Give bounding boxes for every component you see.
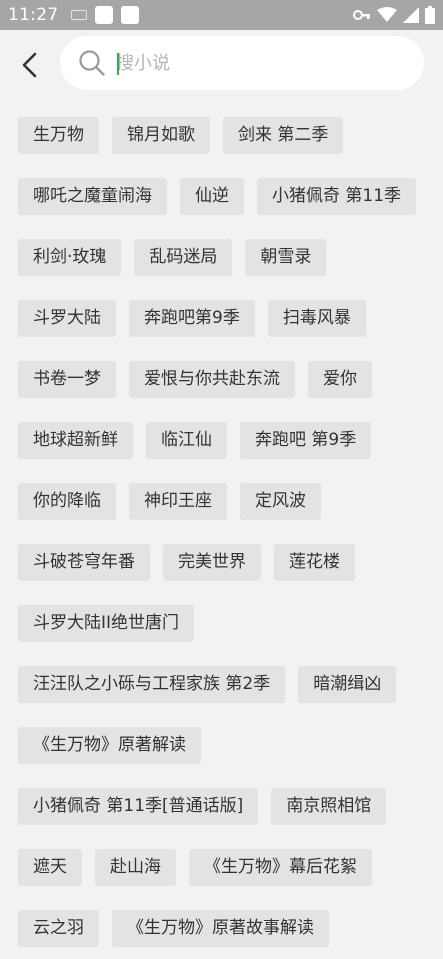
back-button[interactable] (14, 50, 44, 80)
search-tag[interactable]: 哪吒之魔童闹海 (18, 178, 167, 215)
search-icon (79, 50, 105, 76)
battery-icon (425, 6, 435, 24)
search-tag[interactable]: 生万物 (18, 117, 99, 154)
vpn-key-icon (353, 10, 370, 20)
search-tag[interactable]: 小猪佩奇 第11季[普通话版] (18, 788, 259, 825)
search-tag[interactable]: 遮天 (18, 849, 82, 886)
search-tag[interactable]: 斗破苍穹年番 (18, 544, 150, 581)
search-header (0, 30, 443, 100)
status-bar: 11:27 (0, 0, 443, 30)
search-input[interactable] (116, 46, 406, 80)
search-tag[interactable]: 《生万物》原著故事解读 (112, 910, 329, 947)
notification-square-icon (120, 6, 139, 24)
status-right (353, 6, 435, 24)
cell-signal-icon (403, 7, 419, 23)
search-tag[interactable]: 神印王座 (129, 483, 227, 520)
search-tag[interactable]: 仙逆 (180, 178, 244, 215)
search-tag[interactable]: 爱恨与你共赴东流 (129, 361, 295, 398)
search-tag[interactable]: 奔跑吧第9季 (129, 300, 255, 337)
keyboard-icon (70, 10, 87, 20)
text-cursor (117, 53, 119, 75)
search-tag[interactable]: 临江仙 (146, 422, 227, 459)
search-tag[interactable]: 斗罗大陆 (18, 300, 116, 337)
search-box[interactable] (60, 36, 424, 90)
search-tag[interactable]: 地球超新鲜 (18, 422, 133, 459)
search-tag[interactable]: 莲花楼 (274, 544, 355, 581)
search-tag[interactable]: 爱你 (308, 361, 372, 398)
search-tag[interactable]: 南京照相馆 (271, 788, 387, 825)
search-tag[interactable]: 云之羽 (18, 910, 99, 947)
search-tag[interactable]: 奔跑吧 第9季 (240, 422, 372, 459)
status-time: 11:27 (8, 5, 59, 25)
search-tag[interactable]: 乱码迷局 (134, 239, 233, 276)
search-tag[interactable]: 扫毒风暴 (267, 300, 366, 337)
search-tag[interactable]: 定风波 (240, 483, 321, 520)
chevron-left-icon (22, 52, 37, 78)
search-tag[interactable]: 利剑·玫瑰 (18, 239, 122, 276)
wifi-icon (377, 7, 397, 22)
hot-search-tags: 生万物 锦月如歌 剑来 第二季哪吒之魔童闹海 仙逆 小猪佩奇 第11季利剑·玫瑰 乱码迷局… (18, 117, 433, 959)
search-tag[interactable]: 赴山海 (95, 849, 176, 886)
status-left: 11:27 (8, 5, 139, 25)
search-tag[interactable]: 汪汪队之小砾与工程家族 第2季 (18, 666, 286, 703)
search-tag[interactable]: 小猪佩奇 第11季 (257, 178, 417, 215)
search-tag[interactable]: 《生万物》幕后花絮 (189, 849, 372, 886)
notification-square-icon (94, 6, 113, 24)
search-tag[interactable]: 朝雪录 (245, 239, 327, 276)
search-tag[interactable]: 《生万物》原著解读 (18, 727, 201, 764)
search-tag[interactable]: 书卷一梦 (18, 361, 116, 398)
search-tag[interactable]: 剑来 第二季 (223, 117, 344, 154)
search-tag[interactable]: 暗潮缉凶 (298, 666, 397, 703)
search-tag[interactable]: 锦月如歌 (112, 117, 210, 154)
search-tag[interactable]: 你的降临 (18, 483, 116, 520)
search-tag[interactable]: 斗罗大陆II绝世唐门 (18, 605, 195, 642)
search-tag[interactable]: 完美世界 (163, 544, 261, 581)
